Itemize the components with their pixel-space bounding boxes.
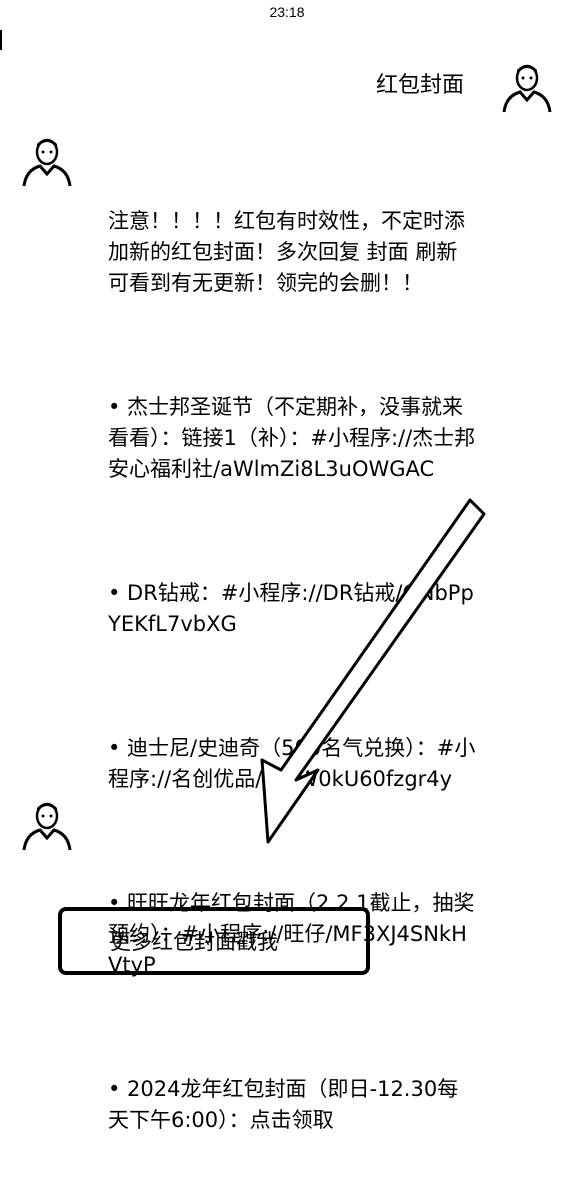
more-covers-button[interactable]: 更多红包封面戳我 xyxy=(58,907,370,975)
link-item-2024[interactable]: • 2024龙年红包封面（即日-12.30每天下午6:00）：点击领取 xyxy=(108,1074,478,1136)
more-covers-label: 更多红包封面戳我 xyxy=(110,930,278,954)
bot-avatar-icon[interactable] xyxy=(18,796,76,854)
reply-message: 注意！！！！红包有时效性，不定时添加新的红包封面！多次回复 封面 刷新可看到有无… xyxy=(108,144,478,1198)
left-edge-divider xyxy=(0,30,2,50)
my-avatar-icon[interactable] xyxy=(498,58,556,116)
bot-avatar-icon[interactable] xyxy=(18,132,76,190)
status-bar-time: 23:18 xyxy=(269,4,305,20)
link-item-dr[interactable]: • DR钻戒：#小程序://DR钻戒/GNbPpYEKfL7vbXG xyxy=(108,578,478,640)
link-item-jissbon[interactable]: • 杰士邦圣诞节（不定期补，没事就来看看）：链接1（补）：#小程序://杰士邦安… xyxy=(108,392,478,485)
my-message-text: 红包封面 xyxy=(375,73,464,98)
notice-paragraph: 注意！！！！红包有时效性，不定时添加新的红包封面！多次回复 封面 刷新可看到有无… xyxy=(108,209,465,295)
link-item-disney[interactable]: • 迪士尼/史迪奇（500名气兑换）：#小程序://名创优品/DaJW0kU60… xyxy=(108,733,478,795)
